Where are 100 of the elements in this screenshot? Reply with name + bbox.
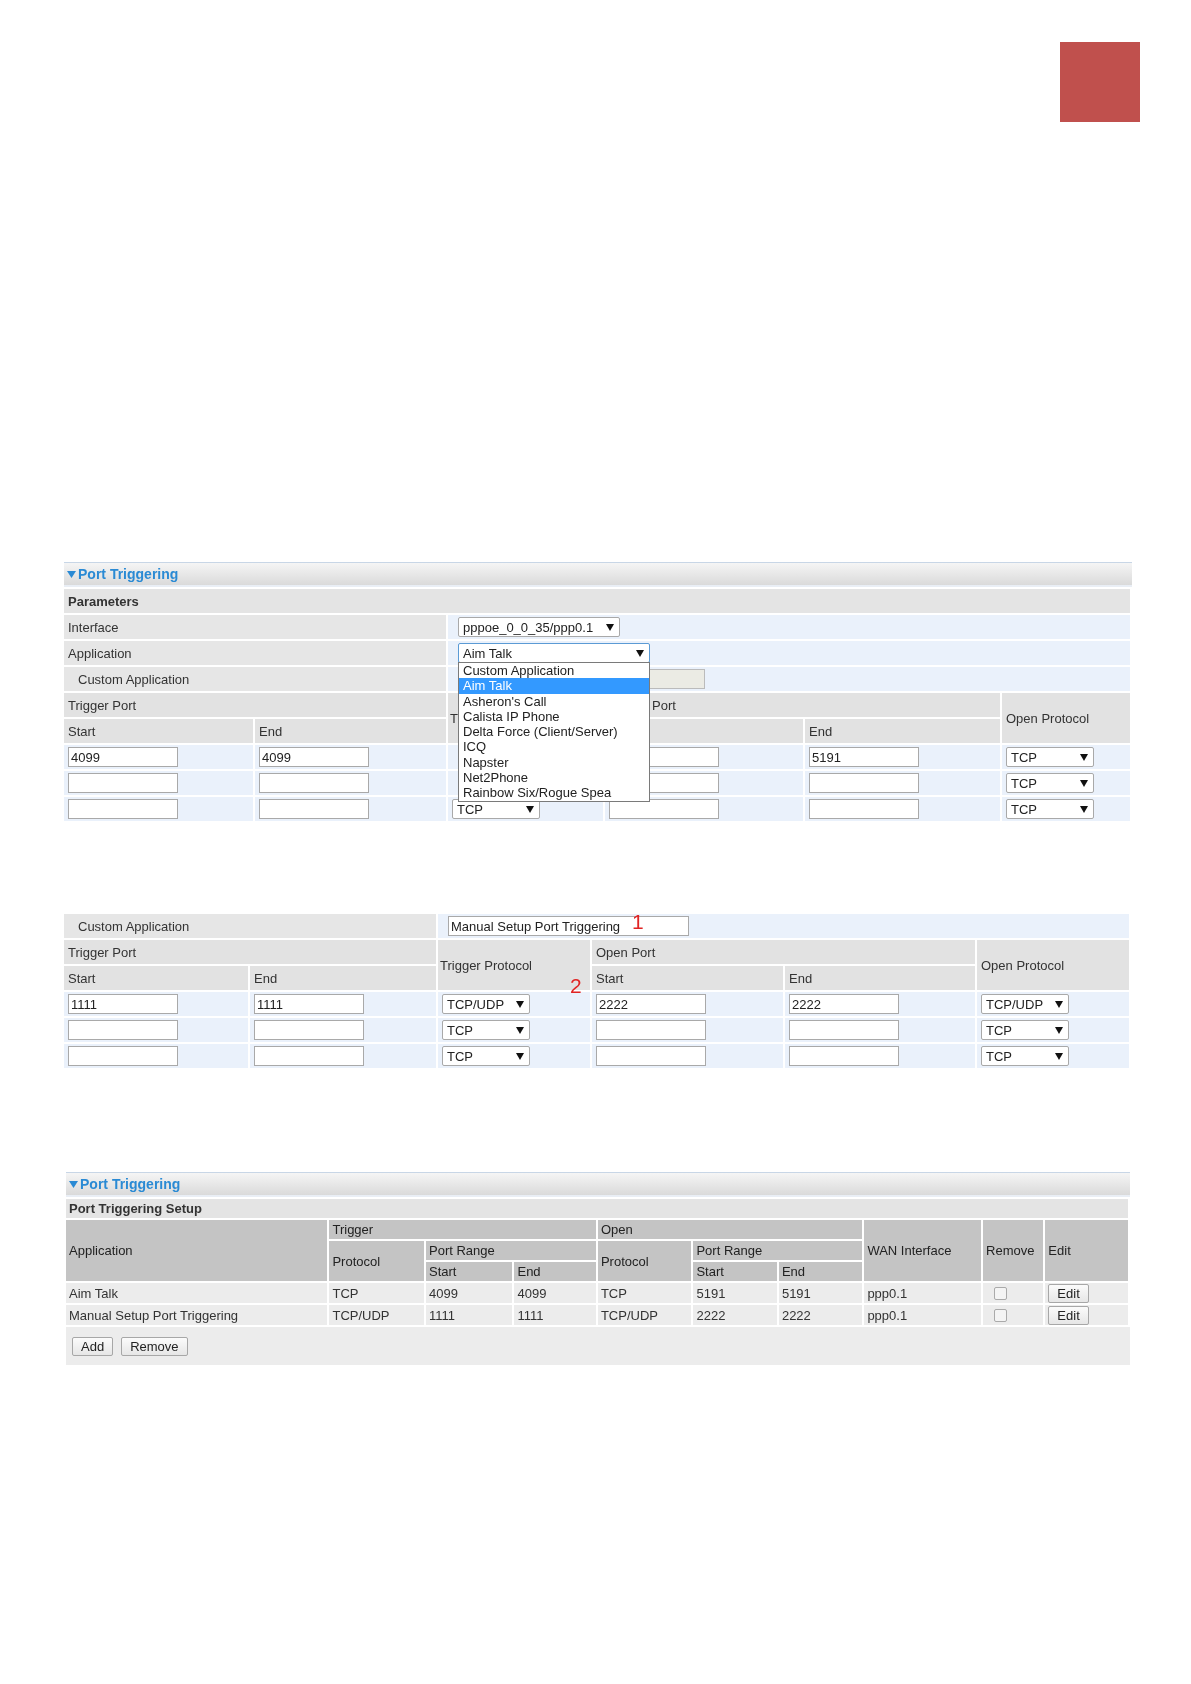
remove-checkbox[interactable] (994, 1286, 1007, 1300)
column-header: End (255, 719, 448, 743)
field-label: Interface (64, 615, 448, 639)
port-field[interactable] (259, 799, 369, 819)
table-cell: TCP (329, 1283, 426, 1303)
dropdown-option[interactable]: Net2Phone (459, 770, 649, 786)
field-label: Application (64, 641, 448, 665)
port-field[interactable]: 1111 (254, 994, 364, 1014)
protocol-select[interactable]: TCP (1006, 747, 1094, 767)
column-header: WAN Interface (864, 1220, 983, 1281)
table-cell: ppp0.1 (864, 1283, 983, 1303)
caret-icon (636, 649, 644, 657)
column-header: Start (64, 966, 250, 990)
remove-checkbox[interactable] (994, 1308, 1007, 1322)
column-header: Start (64, 719, 255, 743)
table-cell: Aim Talk (66, 1283, 330, 1303)
table-cell: 4099 (426, 1283, 515, 1303)
protocol-select[interactable]: TCP (1006, 799, 1094, 819)
column-header: Protocol (329, 1241, 426, 1281)
column-header: End (778, 1262, 865, 1281)
port-field[interactable] (596, 1046, 706, 1066)
column-header: Start (592, 966, 785, 990)
column-header: Open Protocol (1002, 693, 1132, 743)
port-field[interactable] (68, 799, 178, 819)
table-cell: TCP/UDP (329, 1305, 426, 1325)
column-header: Port Range (693, 1241, 865, 1260)
dropdown-select[interactable]: pppoe_0_0_35/ppp0.1 (458, 617, 620, 637)
table-cell: 4099 (514, 1283, 598, 1303)
collapse-icon[interactable] (69, 1180, 78, 1188)
port-field[interactable] (254, 1020, 364, 1040)
dropdown-option[interactable]: Napster (459, 754, 649, 771)
caret-icon (1080, 779, 1088, 787)
port-field[interactable] (789, 1020, 899, 1040)
column-header: Start (693, 1262, 779, 1281)
port-field[interactable]: 2222 (596, 994, 706, 1014)
column-header: End (514, 1262, 598, 1281)
protocol-select[interactable]: TCP (442, 1046, 530, 1066)
field-label: Custom Application (64, 914, 438, 938)
port-field[interactable]: 4099 (259, 747, 369, 767)
caret-icon (1055, 1052, 1063, 1060)
port-field[interactable]: 4099 (68, 747, 178, 767)
protocol-select[interactable]: TCP (442, 1020, 530, 1040)
table-cell: 2222 (778, 1305, 865, 1325)
port-field[interactable]: 1111 (68, 994, 178, 1014)
caret-icon (516, 1000, 524, 1008)
protocol-select[interactable]: TCP/UDP (981, 994, 1069, 1014)
collapse-icon[interactable] (67, 570, 76, 578)
table-cell: TCP (597, 1283, 694, 1303)
dropdown-option[interactable]: Custom Application (459, 663, 649, 679)
caret-icon (1080, 753, 1088, 761)
protocol-select[interactable]: TCP (1006, 773, 1094, 793)
action-button[interactable]: Add (72, 1336, 114, 1356)
table-cell: 5191 (693, 1283, 779, 1303)
column-header: Application (66, 1220, 330, 1281)
port-field[interactable] (259, 773, 369, 793)
port-field[interactable] (609, 799, 719, 819)
column-header: Trigger Port (64, 693, 448, 717)
caret-icon (1055, 1026, 1063, 1034)
port-field[interactable] (809, 773, 919, 793)
port-field[interactable] (68, 1020, 178, 1040)
table-cell: ppp0.1 (864, 1305, 983, 1325)
edit-button[interactable]: Edit (1048, 1283, 1089, 1303)
column-header: Trigger Port (64, 940, 438, 964)
section-heading: Port Triggering Setup (66, 1199, 1130, 1218)
section-heading: Parameters (64, 589, 1132, 613)
caret-icon (1055, 1000, 1063, 1008)
edit-button[interactable]: Edit (1048, 1305, 1089, 1325)
caret-icon (516, 1052, 524, 1060)
column-header: End (805, 719, 1002, 743)
port-field[interactable]: 5191 (809, 747, 919, 767)
column-header: Port Range (426, 1241, 598, 1260)
port-field[interactable]: 2222 (789, 994, 899, 1014)
column-header: Trigger (329, 1220, 598, 1239)
table-cell: TCP/UDP (597, 1305, 694, 1325)
table-cell: 1111 (514, 1305, 598, 1325)
port-field[interactable] (789, 1046, 899, 1066)
dropdown-option[interactable]: Rainbow Six/Rogue Spea (459, 785, 649, 801)
protocol-select[interactable]: TCP (981, 1046, 1069, 1066)
field-label: Custom Application (64, 667, 448, 691)
column-header: End (785, 966, 977, 990)
port-field[interactable] (68, 773, 178, 793)
caret-icon (1080, 805, 1088, 813)
port-field[interactable] (254, 1046, 364, 1066)
port-field[interactable] (809, 799, 919, 819)
annotation-number: 2 (570, 974, 582, 998)
port-field[interactable] (596, 1020, 706, 1040)
caret-icon (526, 805, 534, 813)
action-button[interactable]: Remove (121, 1336, 188, 1356)
dropdown-select[interactable]: Aim Talk (458, 643, 650, 663)
protocol-select[interactable]: TCP (981, 1020, 1069, 1040)
column-header: Start (426, 1262, 515, 1281)
column-header: Remove (983, 1220, 1046, 1281)
column-header: Open Protocol (977, 940, 1131, 990)
caret-icon (606, 623, 614, 631)
column-header: Edit (1045, 1220, 1130, 1281)
protocol-select[interactable]: TCP/UDP (442, 994, 530, 1014)
column-header: Open (597, 1220, 865, 1239)
table-cell: 2222 (693, 1305, 779, 1325)
port-field[interactable] (68, 1046, 178, 1066)
caret-icon (516, 1026, 524, 1034)
